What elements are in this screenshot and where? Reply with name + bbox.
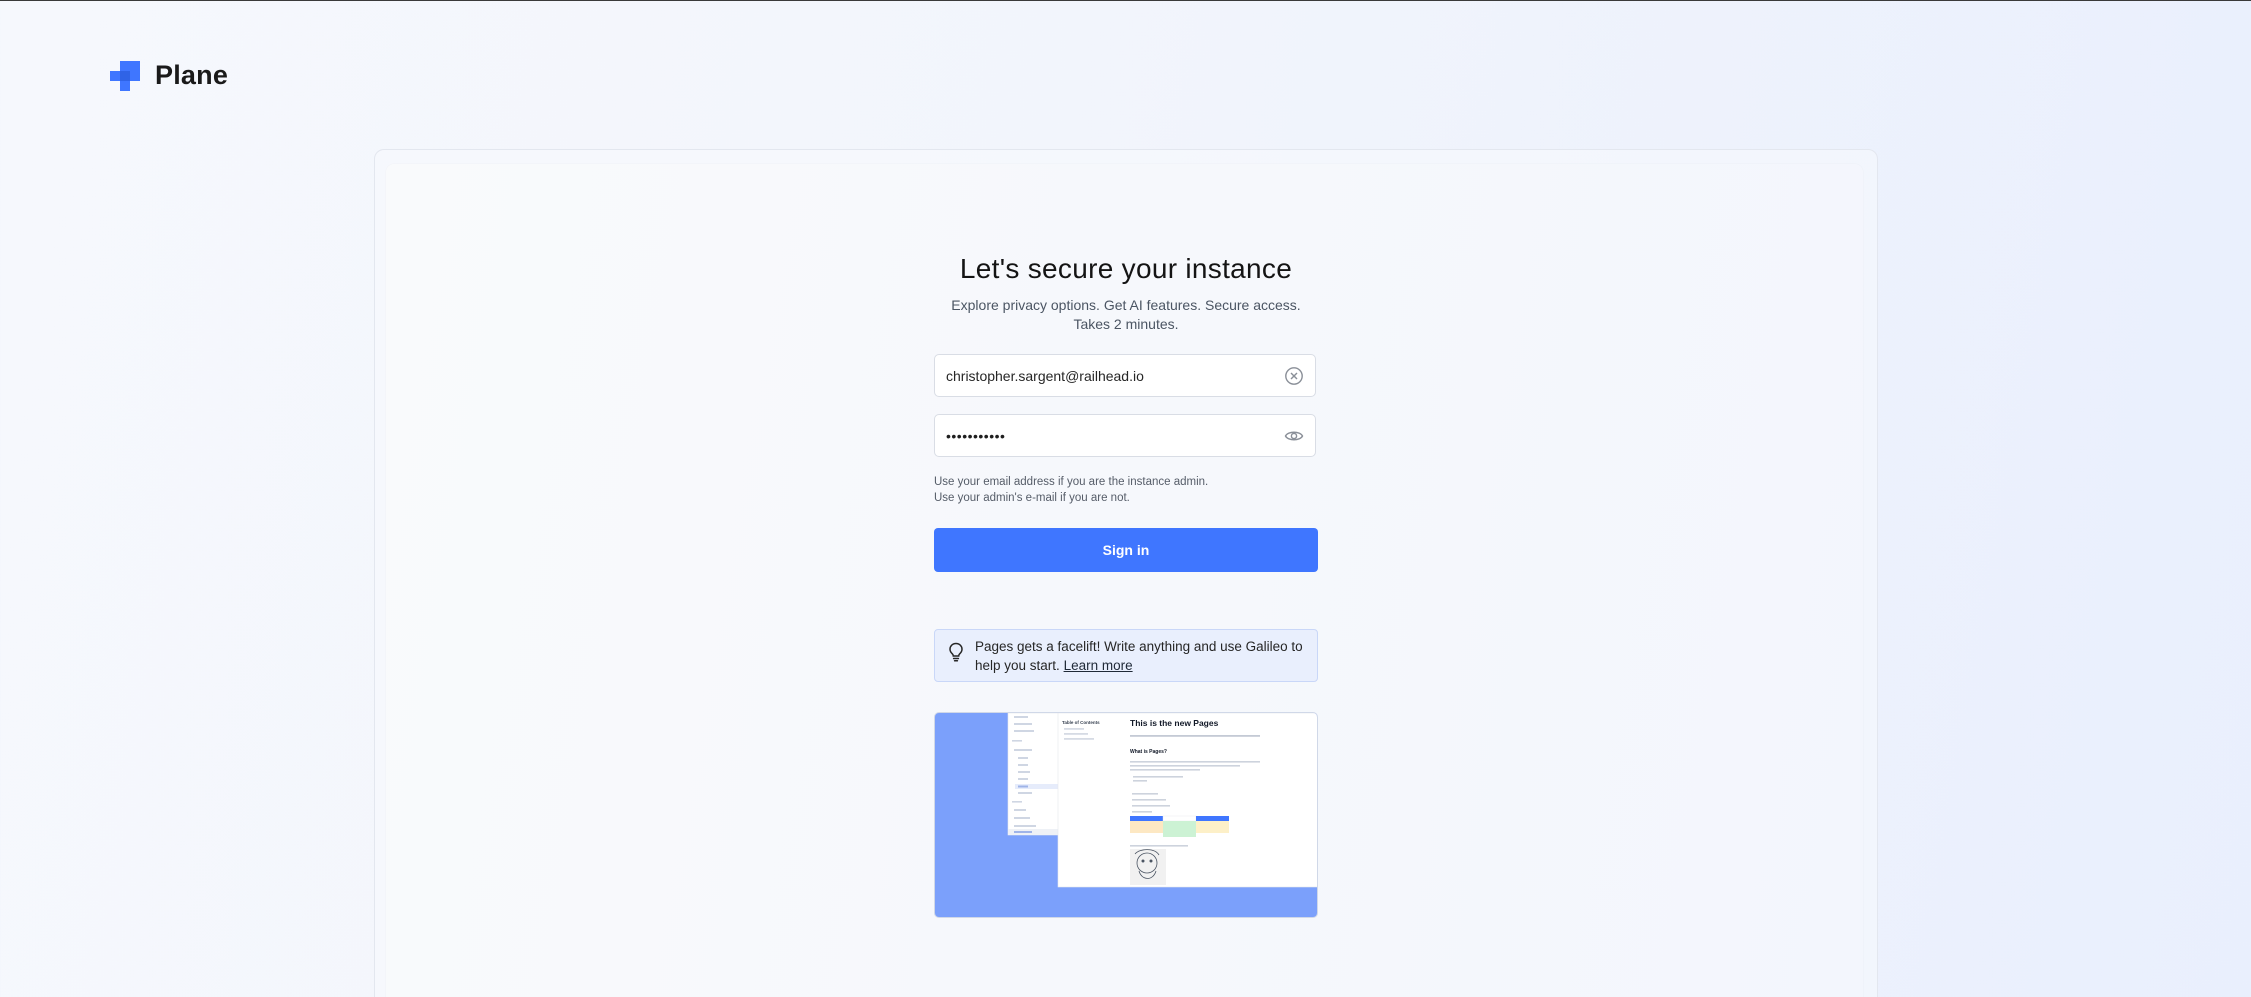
page-subtitle: Explore privacy options. Get AI features… bbox=[934, 296, 1318, 334]
preview-page-title: This is the new Pages bbox=[1130, 718, 1219, 728]
lightbulb-icon bbox=[949, 642, 963, 662]
learn-more-link[interactable]: Learn more bbox=[1064, 658, 1133, 673]
pages-announcement: Pages gets a facelift! Write anything an… bbox=[934, 629, 1318, 682]
email-field[interactable] bbox=[934, 354, 1316, 397]
plane-logo[interactable]: Plane bbox=[110, 60, 228, 91]
password-input[interactable]: ••••••••••• bbox=[935, 428, 1283, 444]
plane-logo-icon bbox=[110, 60, 140, 91]
helper-line-2: Use your admin's e-mail if you are not. bbox=[934, 492, 1130, 504]
subtitle-line-1: Explore privacy options. Get AI features… bbox=[951, 297, 1301, 313]
circle-x-icon[interactable] bbox=[1283, 365, 1305, 387]
email-helper-text: Use your email address if you are the in… bbox=[934, 474, 1208, 506]
eye-icon[interactable] bbox=[1283, 425, 1305, 447]
password-field[interactable]: ••••••••••• bbox=[934, 414, 1316, 457]
app-name: Plane bbox=[155, 60, 229, 90]
helper-line-1: Use your email address if you are the in… bbox=[934, 476, 1209, 488]
pages-preview-illustration: Table of Contents This is the new Pages … bbox=[1007, 713, 1317, 888]
pages-preview-image: Table of Contents This is the new Pages … bbox=[934, 712, 1318, 918]
subtitle-line-2: Takes 2 minutes. bbox=[1073, 316, 1179, 332]
preview-section-heading: What is Pages? bbox=[1130, 749, 1167, 755]
announcement-message: Pages gets a facelift! Write anything an… bbox=[975, 639, 1303, 673]
page-title: Let's secure your instance bbox=[959, 253, 1293, 284]
signin-form: Let's secure your instance Explore priva… bbox=[934, 249, 1318, 918]
preview-toc-label: Table of Contents bbox=[1062, 720, 1100, 725]
email-input[interactable] bbox=[935, 355, 1283, 396]
sign-in-button[interactable]: Sign in bbox=[934, 528, 1318, 572]
window-top-border bbox=[0, 0, 2251, 1]
announcement-text: Pages gets a facelift! Write anything an… bbox=[975, 637, 1307, 675]
